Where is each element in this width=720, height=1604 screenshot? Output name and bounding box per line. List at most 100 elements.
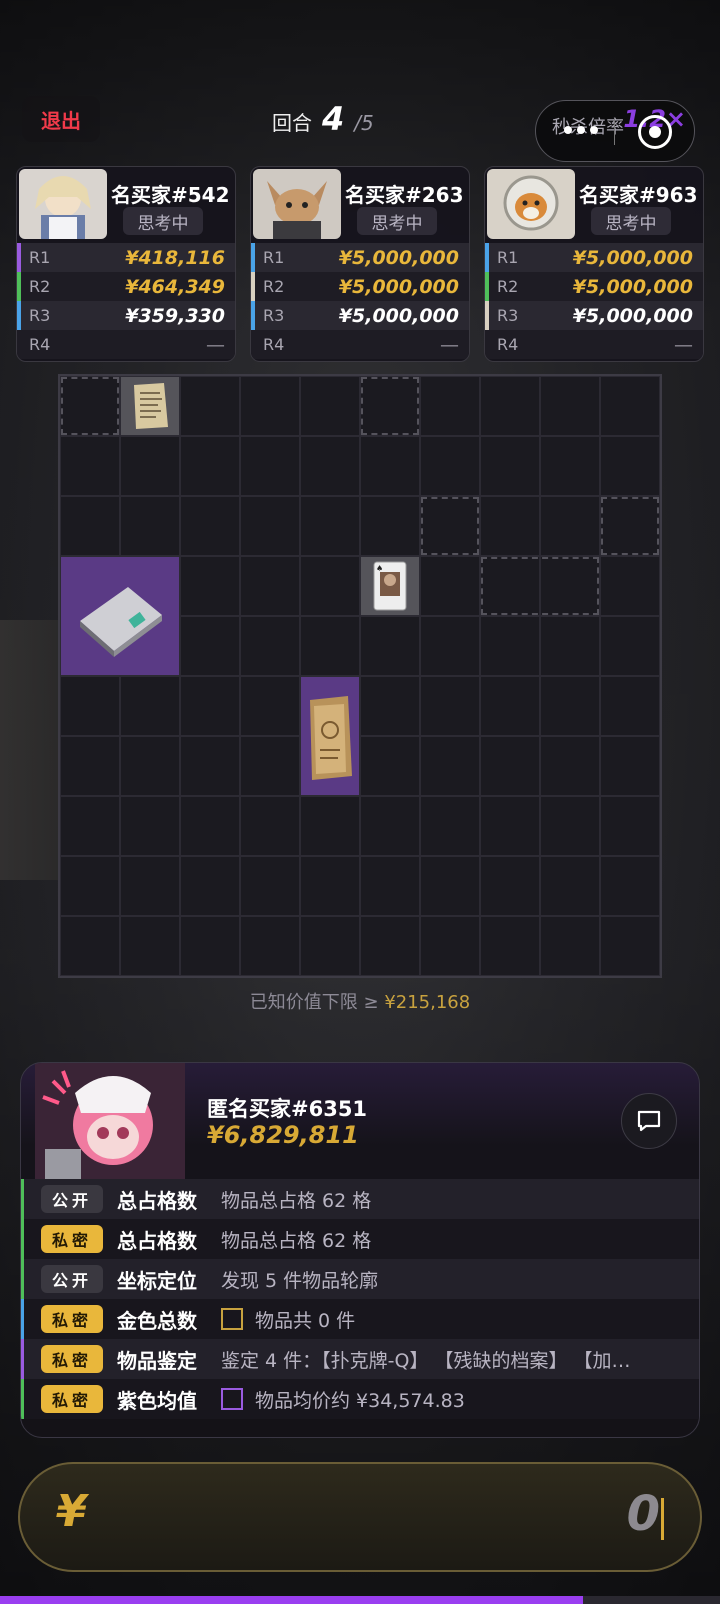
grid-cell	[60, 436, 120, 496]
clue-title: 金色总数	[117, 1308, 197, 1333]
item-hard-drive[interactable]	[61, 557, 179, 675]
clue-title: 总占格数	[117, 1228, 197, 1253]
chat-icon	[637, 1110, 661, 1132]
grid-cell	[480, 796, 540, 856]
item-poker-card-q[interactable]: ♠	[361, 557, 419, 615]
grid-cell	[420, 436, 480, 496]
exit-button[interactable]: 退出	[22, 96, 100, 142]
bid-row: R1 ¥418,116	[17, 243, 235, 272]
grid-cell	[180, 496, 240, 556]
opponent-avatar	[19, 169, 107, 239]
grid-cell	[120, 796, 180, 856]
grid-cell	[300, 616, 360, 676]
grid-cell	[240, 376, 300, 436]
known-value-prefix: 已知价值下限 ≥	[249, 992, 385, 1013]
clue-row: 私密 金色总数 物品共 0 件	[21, 1299, 699, 1339]
grid-cell	[360, 916, 420, 976]
grid-cell	[420, 616, 480, 676]
bid-row: R2 ¥5,000,000	[251, 272, 469, 301]
target-icon[interactable]	[638, 115, 672, 149]
bid-row: R4 —	[251, 330, 469, 359]
grid-cell	[480, 436, 540, 496]
bid-round-label: R4	[497, 335, 519, 354]
clue-row: 公开 总占格数 物品总占格 62 格	[21, 1179, 699, 1219]
more-icon[interactable]	[564, 123, 600, 137]
bid-value: ¥359,330	[125, 304, 225, 327]
grid-cell	[240, 916, 300, 976]
grid-cell	[420, 556, 480, 616]
grid-cell	[360, 736, 420, 796]
grid-cell	[300, 556, 360, 616]
grid-cell	[300, 496, 360, 556]
inventory-grid[interactable]: ♠	[58, 374, 662, 978]
grid-cell	[180, 616, 240, 676]
grid-cell	[600, 796, 660, 856]
grid-cell	[540, 676, 600, 736]
purple-box-icon	[221, 1388, 243, 1410]
gold-box-icon	[221, 1308, 243, 1330]
opponent-name: 名买家#963	[579, 183, 698, 207]
capsule-menu: 秒杀倍率 1.2×	[535, 100, 695, 162]
round-total: /5	[354, 111, 374, 135]
bid-value: ¥5,000,000	[572, 275, 693, 298]
grid-cell	[240, 796, 300, 856]
grid-cell	[600, 556, 660, 616]
grid-cell	[180, 796, 240, 856]
bid-row: R4 —	[17, 330, 235, 359]
chat-button[interactable]	[621, 1093, 677, 1149]
clue-tag: 公开	[41, 1265, 103, 1293]
clue-row: 私密 紫色均值 物品均价约 ¥34,574.83	[21, 1379, 699, 1419]
clue-title: 总占格数	[117, 1188, 197, 1213]
opponent-name: 名买家#263	[345, 183, 464, 207]
grid-cell	[420, 856, 480, 916]
bid-value: —	[206, 333, 225, 356]
grid-cell	[360, 436, 420, 496]
player-name: 匿名买家#6351	[207, 1097, 368, 1121]
grid-cell	[480, 616, 540, 676]
grid-cell	[600, 916, 660, 976]
grid-cell	[300, 856, 360, 916]
grid-cell	[600, 616, 660, 676]
bid-round-label: R4	[263, 335, 285, 354]
grid-cell	[180, 556, 240, 616]
opponent-card[interactable]: 名买家#542 思考中 R1 ¥418,116 R2 ¥464,349 R3 ¥359…	[16, 166, 236, 362]
item-document[interactable]	[121, 377, 179, 435]
grid-cell	[420, 916, 480, 976]
bid-value: ¥464,349	[125, 275, 225, 298]
bid-row-bar	[251, 243, 255, 272]
grid-cell	[480, 496, 540, 556]
item-damaged-archive[interactable]	[301, 677, 359, 795]
clue-text: 物品均价约 ¥34,574.83	[255, 1389, 465, 1412]
opponent-card[interactable]: 名买家#963 思考中 R1 ¥5,000,000 R2 ¥5,000,000 R3…	[484, 166, 704, 362]
clue-tag: 私密	[41, 1305, 103, 1333]
item-outline	[481, 557, 599, 615]
bid-row-bar	[485, 272, 489, 301]
clue-text: 物品总占格 62 格	[221, 1189, 372, 1212]
grid-cell	[60, 736, 120, 796]
bid-row-bar	[17, 272, 21, 301]
grid-cell	[60, 856, 120, 916]
grid-cell	[420, 736, 480, 796]
bid-round-label: R1	[497, 248, 519, 267]
clue-tag: 私密	[41, 1225, 103, 1253]
opponent-status: 思考中	[591, 207, 671, 235]
bid-round-label: R2	[29, 277, 51, 296]
opponent-bids: R1 ¥5,000,000 R2 ¥5,000,000 R3 ¥5,000,000 R…	[485, 243, 703, 359]
clue-tag: 私密	[41, 1345, 103, 1373]
bid-row-bar	[17, 243, 21, 272]
svg-text:♠: ♠	[376, 564, 383, 573]
player-avatar	[35, 1063, 185, 1179]
grid-cell	[600, 736, 660, 796]
grid-cell	[60, 676, 120, 736]
clue-text: 发现 5 件物品轮廓	[221, 1269, 379, 1292]
grid-cell	[540, 856, 600, 916]
round-timer-fill	[0, 1596, 584, 1604]
opponent-card[interactable]: 名买家#263 思考中 R1 ¥5,000,000 R2 ¥5,000,000 R3…	[250, 166, 470, 362]
grid-cell	[240, 676, 300, 736]
opponent-status: 思考中	[357, 207, 437, 235]
bid-input[interactable]: ¥ 0	[18, 1462, 702, 1572]
bid-row-bar	[485, 243, 489, 272]
grid-cell	[120, 436, 180, 496]
clue-row: 私密 总占格数 物品总占格 62 格	[21, 1219, 699, 1259]
grid-cell	[240, 556, 300, 616]
